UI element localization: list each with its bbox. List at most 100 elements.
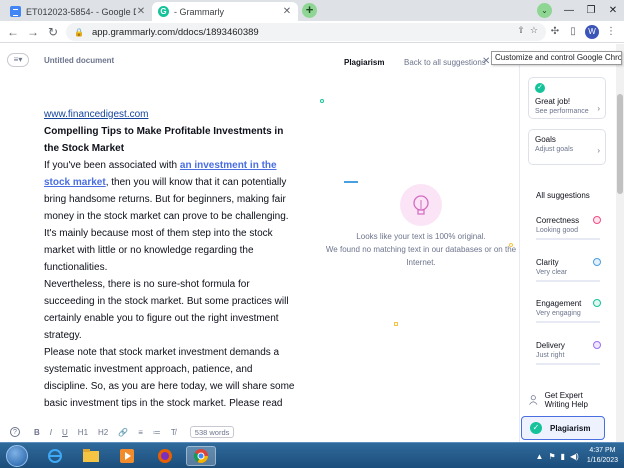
show-hidden-icons-icon[interactable]: ▲ [536, 452, 544, 461]
decoration-dot [394, 322, 398, 326]
flag-icon[interactable]: ⚑ [548, 452, 555, 461]
great-job-card[interactable]: ✓ Great job! See performance › [528, 77, 606, 119]
reload-icon[interactable]: ↻ [46, 25, 60, 39]
paragraph-3: Please note that stock market investment… [44, 347, 295, 409]
system-tray: ▲ ⚑ ▮ ◀) 4:37 PM 1/16/2023 [531, 445, 618, 467]
volume-icon[interactable]: ◀) [570, 452, 579, 461]
clock-time: 4:37 PM [589, 447, 616, 454]
url-line[interactable]: www.financedigest.com [44, 109, 149, 120]
chrome-menu-icon[interactable]: ⋮ [604, 25, 618, 39]
grammarly-icon: G [158, 6, 169, 17]
link-icon[interactable]: 🔗 [118, 428, 128, 437]
tab-search-icon[interactable]: ⌄ [537, 3, 552, 18]
card-subtitle: See performance [535, 108, 589, 115]
category-bar [536, 280, 600, 282]
chrome-icon[interactable] [186, 446, 216, 466]
category-engagement[interactable]: Engagement Very engaging [536, 299, 601, 323]
paragraph-text: If you've been associated with [44, 160, 180, 171]
internet-explorer-icon[interactable] [40, 446, 70, 466]
category-name: Engagement [536, 299, 582, 308]
category-clarity[interactable]: Clarity Very clear [536, 258, 601, 282]
expert-help-button[interactable]: Get Expert Writing Help [528, 391, 608, 409]
tab-grammarly[interactable]: G - Grammarly ✕ [152, 2, 298, 21]
clear-format-icon[interactable]: T̸ [171, 428, 176, 437]
bold-button[interactable]: B [34, 428, 40, 437]
italic-button[interactable]: I [50, 428, 52, 437]
paragraph-1: If you've been associated with an invest… [44, 157, 296, 276]
network-icon[interactable]: ▮ [561, 452, 565, 461]
category-bar [536, 363, 600, 365]
close-window-icon[interactable]: ✕ [602, 5, 624, 16]
help-icon[interactable]: ? [10, 427, 20, 437]
tab-title: ET012023-5854- - Google Docs [26, 6, 136, 17]
scrollbar-thumb[interactable] [617, 94, 623, 194]
document-heading: Compelling Tips to Make Profitable Inves… [44, 126, 284, 154]
forward-arrow-icon[interactable]: → [26, 25, 40, 39]
share-icon[interactable]: ⇪ ☆ [517, 25, 538, 36]
close-icon[interactable]: ✕ [482, 56, 490, 67]
card-subtitle: Adjust goals [535, 146, 574, 153]
category-correctness[interactable]: Correctness Looking good [536, 216, 601, 240]
side-panel-icon[interactable]: ▯ [566, 25, 580, 39]
address-bar[interactable]: 🔒 app.grammarly.com/ddocs/1893460389 ⇪ ☆ [66, 23, 546, 41]
heading2-button[interactable]: H2 [98, 428, 108, 437]
category-delivery[interactable]: Delivery Just right [536, 341, 601, 365]
check-icon: ✓ [535, 83, 545, 93]
status-dot-icon [593, 341, 601, 349]
extensions-icon[interactable]: ✣ [548, 25, 562, 39]
browser-tab-strip: ET012023-5854- - Google Docs ✕ G - Gramm… [0, 0, 624, 21]
category-status: Very engaging [536, 310, 581, 317]
minimize-icon[interactable]: — [558, 5, 580, 16]
plagiarism-button[interactable]: ✓ Plagiarism [521, 416, 605, 440]
status-dot-icon [593, 299, 601, 307]
plagiarism-result: Looks like your text is 100% original. W… [318, 230, 524, 269]
start-button[interactable] [6, 445, 28, 467]
clock[interactable]: 4:37 PM 1/16/2023 [587, 446, 618, 466]
unordered-list-icon[interactable]: ≔ [153, 428, 161, 437]
media-player-icon[interactable] [112, 446, 142, 466]
ordered-list-icon[interactable]: ≡ [138, 428, 143, 437]
hamburger-menu-icon[interactable]: ≡▾ [7, 53, 29, 67]
tab-google-docs[interactable]: ET012023-5854- - Google Docs ✕ [4, 2, 152, 21]
back-to-suggestions-link[interactable]: Back to all suggestions [404, 58, 486, 67]
category-name: Correctness [536, 216, 580, 225]
paragraph-text: , then you will know that it can potenti… [44, 177, 289, 273]
google-docs-icon [10, 6, 21, 17]
status-dot-icon [593, 258, 601, 266]
category-name: Delivery [536, 341, 565, 350]
decoration-dash [344, 181, 358, 183]
formatting-toolbar: ? B I U H1 H2 🔗 ≡ ≔ T̸ 538 words [0, 422, 300, 442]
plagiarism-header: Plagiarism [344, 58, 385, 67]
check-icon: ✓ [530, 422, 542, 434]
expert-help-label: Get Expert Writing Help [544, 391, 588, 409]
lightbulb-icon [400, 184, 442, 226]
back-arrow-icon[interactable]: ← [6, 25, 20, 39]
card-title: Goals [535, 135, 556, 144]
close-tab-icon[interactable]: ✕ [136, 6, 146, 17]
close-tab-icon[interactable]: ✕ [282, 6, 292, 17]
assistant-sidebar: ✓ Great job! See performance › Goals Adj… [519, 63, 616, 442]
category-status: Looking good [536, 227, 579, 234]
person-icon [529, 395, 538, 405]
document-body[interactable]: www.financedigest.com Compelling Tips to… [44, 106, 296, 412]
tab-title: - Grammarly [174, 6, 224, 17]
restore-icon[interactable]: ❐ [580, 5, 602, 16]
plagiarism-message-secondary: We found no matching text in our databas… [325, 245, 517, 267]
category-bar [536, 321, 600, 323]
document-title[interactable]: Untitled document [44, 56, 114, 65]
word-count-button[interactable]: 538 words [189, 426, 235, 438]
all-suggestions-label[interactable]: All suggestions [536, 191, 590, 200]
clock-date: 1/16/2023 [586, 457, 618, 464]
file-explorer-icon[interactable] [76, 446, 106, 466]
profile-avatar[interactable]: W [585, 25, 599, 39]
underline-button[interactable]: U [62, 428, 68, 437]
grammarly-editor: ≡▾ Untitled document Plagiarism Back to … [0, 44, 624, 442]
new-tab-button[interactable]: + [302, 3, 317, 18]
url-text: app.grammarly.com/ddocs/1893460389 [91, 26, 259, 38]
card-title: Great job! [535, 97, 571, 106]
firefox-icon[interactable] [150, 446, 180, 466]
heading1-button[interactable]: H1 [78, 428, 88, 437]
browser-toolbar: ← → ↻ 🔒 app.grammarly.com/ddocs/18934603… [0, 21, 624, 43]
window-controls: — ❐ ✕ [558, 0, 624, 21]
goals-card[interactable]: Goals Adjust goals › [528, 129, 606, 165]
